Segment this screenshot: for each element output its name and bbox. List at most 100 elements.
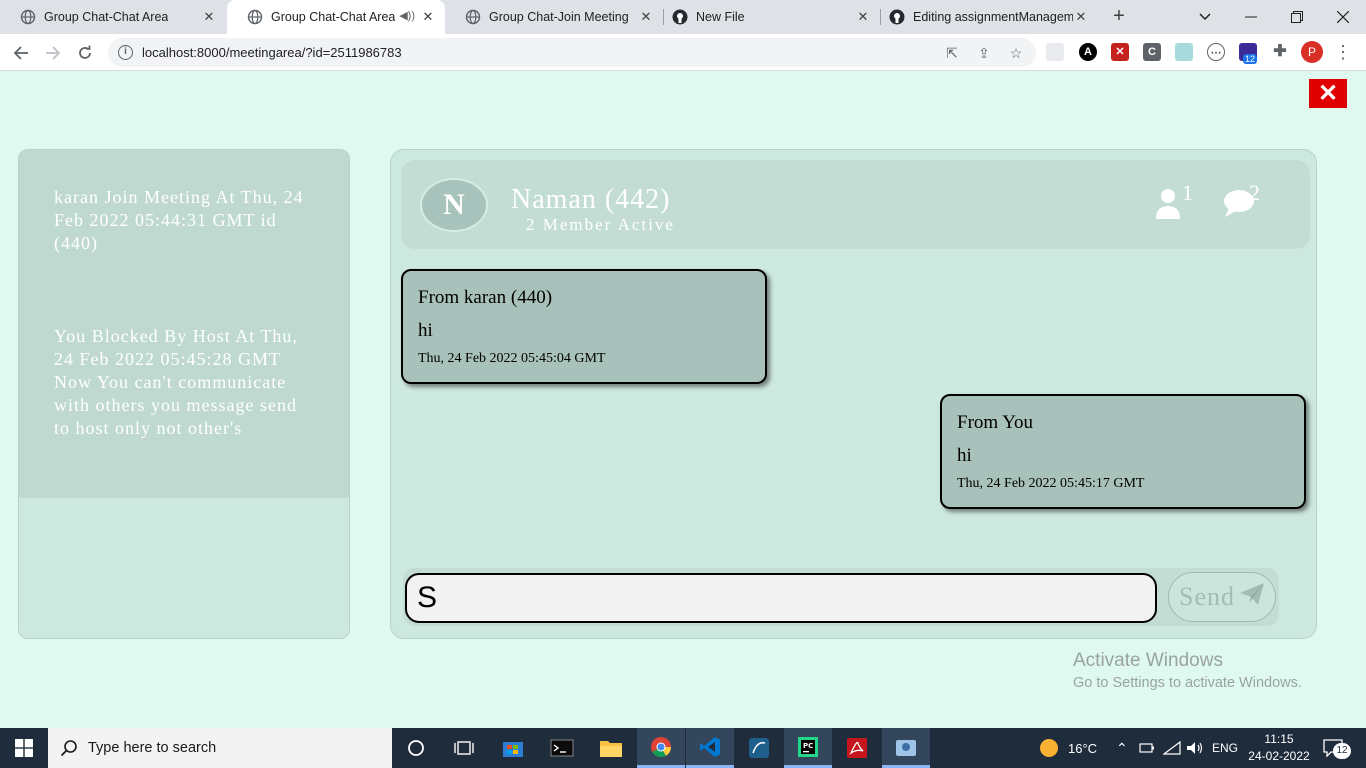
acrobat-icon[interactable]	[833, 728, 881, 768]
close-tab-icon[interactable]: ✕	[202, 10, 216, 24]
close-meeting-button[interactable]: ✕	[1309, 79, 1347, 108]
globe-icon	[20, 9, 36, 25]
send-button[interactable]: Send	[1168, 572, 1276, 622]
windows-taskbar: Type here to search PC 16°C ⌃ ENG 11:15 …	[0, 728, 1366, 768]
battery-icon[interactable]	[1139, 728, 1155, 768]
search-icon	[60, 739, 78, 757]
speaker-icon[interactable]: ◀))	[399, 9, 415, 22]
chat-avatar: N	[420, 178, 488, 232]
store-icon[interactable]	[489, 728, 537, 768]
terminal-icon[interactable]	[538, 728, 586, 768]
chat-header: N Naman (442) 2 Member Active 1 2	[401, 160, 1310, 249]
extension-badge: 12	[1243, 54, 1258, 64]
forward-arrow-icon[interactable]	[40, 40, 66, 66]
extension-icon[interactable]: C	[1143, 43, 1161, 61]
browser-tab-active[interactable]: Group Chat-Chat Area ◀)) ✕	[227, 0, 445, 34]
clock-time: 11:15	[1264, 732, 1294, 746]
back-arrow-icon[interactable]	[8, 40, 34, 66]
search-placeholder: Type here to search	[88, 740, 217, 756]
volume-icon[interactable]	[1186, 728, 1204, 768]
open-in-app-icon[interactable]: ⇱	[943, 44, 961, 62]
close-tab-icon[interactable]: ✕	[1074, 10, 1088, 24]
tab-title: New File	[696, 10, 745, 24]
notification-badge: 12	[1333, 743, 1351, 759]
paper-plane-icon	[1239, 582, 1265, 613]
puzzle-icon[interactable]: ✚	[1271, 43, 1289, 61]
message-timestamp: Thu, 24 Feb 2022 05:45:17 GMT	[957, 476, 1145, 491]
taskbar-search[interactable]: Type here to search	[48, 728, 392, 768]
github-icon	[672, 9, 688, 25]
wifi-icon[interactable]	[1163, 728, 1181, 768]
github-icon	[889, 9, 905, 25]
windows-start-icon[interactable]	[0, 728, 48, 768]
browser-tab[interactable]: Group Chat-Chat Area ✕	[0, 0, 226, 34]
chrome-icon[interactable]	[637, 728, 685, 768]
tab-title: Group Chat-Chat Area	[44, 10, 169, 24]
meeting-area-page: ✕ karan Join Meeting At Thu, 24 Feb 2022…	[0, 71, 1366, 728]
send-label: Send	[1179, 582, 1235, 611]
tab-title: Group Chat-Chat Area	[271, 10, 396, 24]
tab-title: Editing assignmentManagem	[913, 10, 1073, 24]
close-window-icon[interactable]	[1320, 0, 1366, 34]
profile-avatar[interactable]: P	[1301, 41, 1323, 63]
language-indicator[interactable]: ENG	[1212, 728, 1238, 768]
message-bubble-sent: From You hi Thu, 24 Feb 2022 05:45:17 GM…	[940, 394, 1306, 509]
reload-icon[interactable]	[72, 40, 98, 66]
angular-extension-icon[interactable]: A	[1079, 43, 1097, 61]
browser-tab[interactable]: Editing assignmentManagem ✕	[881, 0, 1098, 34]
weather-temp: 16°C	[1068, 740, 1098, 756]
browser-tab-strip: Group Chat-Chat Area ✕ Group Chat-Chat A…	[0, 0, 1366, 34]
message-sender: From karan (440)	[418, 287, 553, 308]
close-tab-icon[interactable]: ✕	[639, 10, 653, 24]
tab-search-chevron-icon[interactable]	[1182, 0, 1228, 34]
watermark-subtitle: Go to Settings to activate Windows.	[1073, 675, 1302, 691]
message-timestamp: Thu, 24 Feb 2022 05:45:04 GMT	[418, 351, 606, 366]
message-text: hi	[418, 320, 433, 341]
globe-icon	[247, 9, 263, 25]
minimize-icon[interactable]	[1228, 0, 1274, 34]
sun-icon	[1040, 739, 1058, 757]
extension-icon[interactable]: ✕	[1111, 43, 1129, 61]
close-tab-icon[interactable]: ✕	[856, 10, 870, 24]
notification-list: karan Join Meeting At Thu, 24 Feb 2022 0…	[19, 150, 349, 498]
extension-icon[interactable]	[1175, 43, 1193, 61]
address-bar[interactable]: i localhost:8000/meetingarea/?id=2511986…	[108, 38, 1036, 67]
clock-date: 24-02-2022	[1248, 749, 1310, 763]
watermark-title: Activate Windows	[1073, 650, 1223, 671]
browser-tab[interactable]: New File ✕	[664, 0, 880, 34]
weather-widget[interactable]: 16°C	[1038, 728, 1097, 768]
svg-text:PC: PC	[803, 742, 813, 750]
bookmark-star-icon[interactable]: ☆	[1007, 44, 1025, 62]
notification-item: You Blocked By Host At Thu, 24 Feb 2022 …	[54, 326, 298, 438]
site-info-icon[interactable]: i	[118, 45, 133, 60]
message-sender: From You	[957, 412, 1034, 433]
url-text[interactable]: localhost:8000/meetingarea/?id=251198678…	[142, 45, 402, 60]
browser-tab[interactable]: Group Chat-Join Meeting ✕	[445, 0, 663, 34]
extension-icon[interactable]: ⋯	[1207, 43, 1225, 61]
extension-icon[interactable]	[1046, 43, 1064, 61]
chat-name: Naman (442)	[511, 184, 671, 215]
task-view-icon[interactable]	[440, 728, 488, 768]
pycharm-icon[interactable]: PC	[784, 728, 832, 768]
cortana-icon[interactable]	[392, 728, 440, 768]
message-composer: Send	[403, 568, 1279, 626]
message-text: hi	[957, 445, 972, 466]
show-hidden-icons-chevron-icon[interactable]: ⌃	[1116, 728, 1128, 768]
messages-count: 2	[1249, 180, 1260, 205]
browser-toolbar: i localhost:8000/meetingarea/?id=2511986…	[0, 34, 1366, 71]
chat-panel: N Naman (442) 2 Member Active 1 2 From k…	[390, 149, 1317, 639]
file-explorer-icon[interactable]	[587, 728, 635, 768]
share-icon[interactable]: ⇪	[975, 44, 993, 62]
mysql-workbench-icon[interactable]	[735, 728, 783, 768]
message-input[interactable]	[405, 573, 1157, 623]
notification-panel: karan Join Meeting At Thu, 24 Feb 2022 0…	[18, 149, 350, 639]
app-icon[interactable]	[882, 728, 930, 768]
activate-windows-watermark: Activate Windows Go to Settings to activ…	[1073, 650, 1302, 691]
close-tab-icon[interactable]: ✕	[421, 10, 435, 24]
vscode-icon[interactable]	[686, 728, 734, 768]
system-clock[interactable]: 11:15 24-02-2022	[1248, 731, 1310, 765]
new-tab-icon[interactable]: +	[1108, 6, 1130, 28]
restore-icon[interactable]	[1274, 0, 1320, 34]
more-menu-icon[interactable]: ⋮	[1334, 42, 1352, 62]
active-members-text: 2 Member Active	[526, 215, 675, 234]
